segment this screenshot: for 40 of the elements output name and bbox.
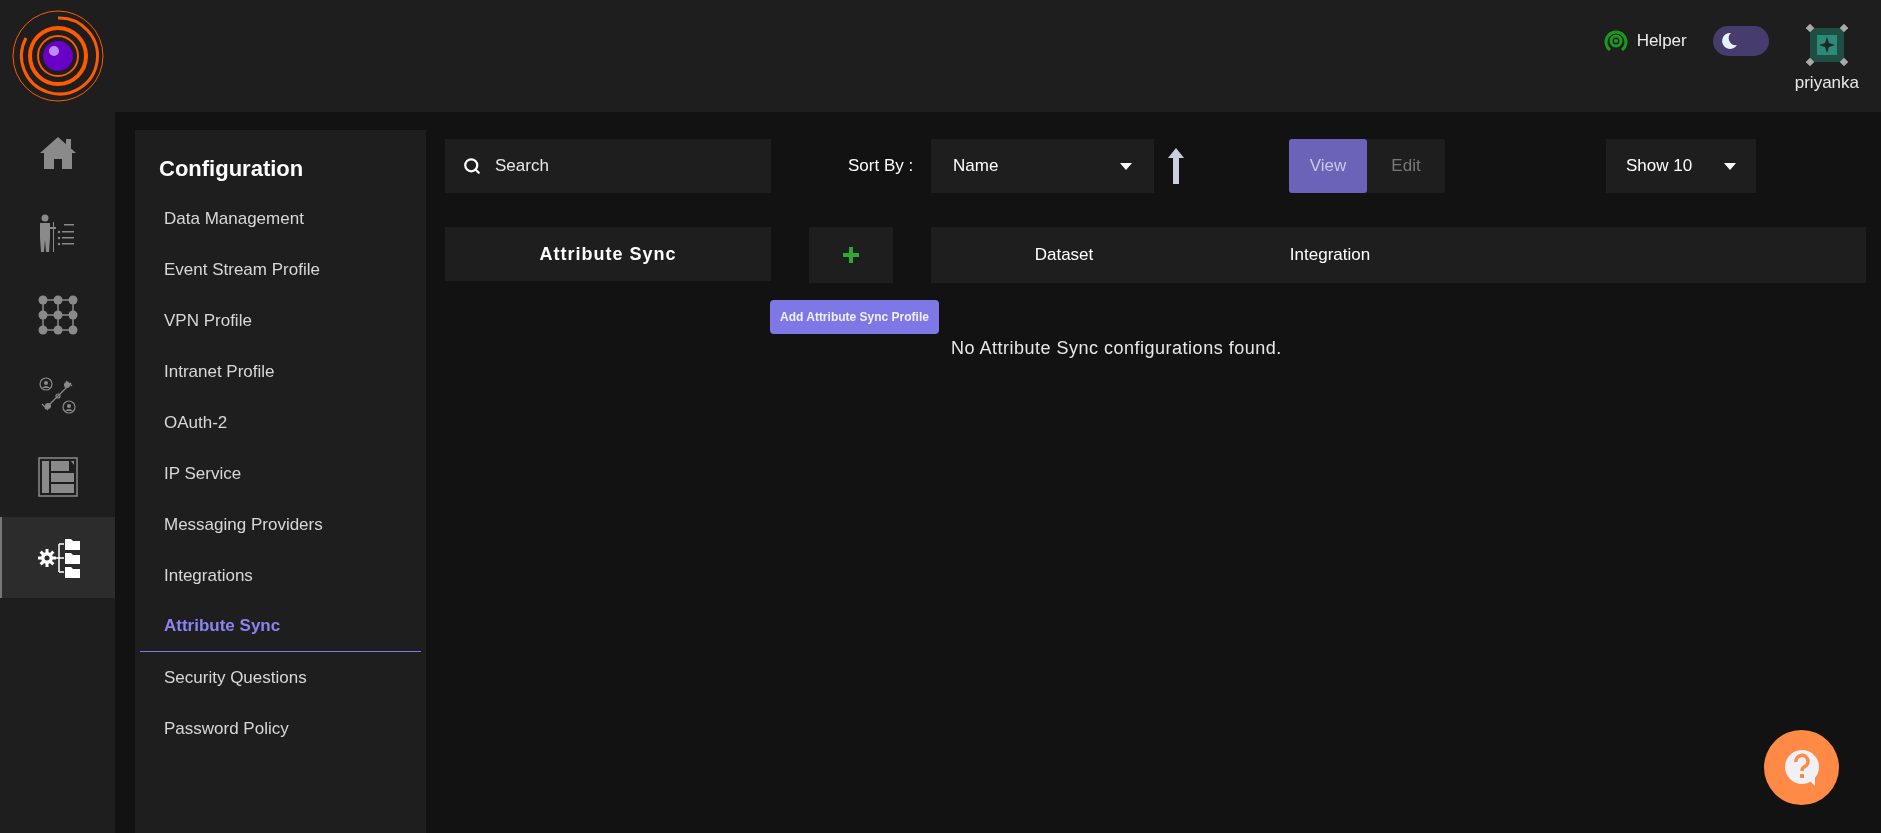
config-menu-item[interactable]: Event Stream Profile xyxy=(140,244,421,295)
search-field[interactable]: Search xyxy=(445,139,771,193)
theme-toggle[interactable] xyxy=(1712,26,1769,56)
caret-icon xyxy=(1120,162,1132,170)
user-name: priyanka xyxy=(1794,72,1859,94)
add-button[interactable] xyxy=(809,227,893,283)
nav-rail-item[interactable] xyxy=(0,517,115,598)
plus-icon xyxy=(843,247,859,263)
page-size-select[interactable]: Show 10 xyxy=(1606,139,1756,193)
config-menu-item[interactable]: Security Questions xyxy=(140,652,421,703)
list-header: Attribute Sync xyxy=(445,227,771,281)
layout-panel-icon xyxy=(37,456,78,497)
config-menu-item[interactable]: VPN Profile xyxy=(140,295,421,346)
user-network-icon xyxy=(37,375,78,416)
config-menu-item[interactable]: Messaging Providers xyxy=(140,499,421,550)
config-menu-item[interactable]: Intranet Profile xyxy=(140,346,421,397)
mode-tab[interactable]: Edit xyxy=(1367,139,1445,193)
arrow-up-icon[interactable] xyxy=(1168,148,1184,184)
search-icon xyxy=(463,157,481,175)
dot-grid-icon xyxy=(37,294,78,335)
config-menu-item[interactable]: Password Policy xyxy=(140,703,421,754)
add-tooltip: Add Attribute Sync Profile xyxy=(770,300,939,334)
empty-message: No Attribute Sync configurations found. xyxy=(951,337,1283,360)
column-header: Integration xyxy=(1288,244,1372,267)
user-avatar-icon xyxy=(1805,24,1848,66)
sort-select[interactable]: Name xyxy=(931,139,1154,193)
column-header: Dataset xyxy=(1033,244,1095,267)
config-menu-item[interactable]: OAuth-2 xyxy=(140,397,421,448)
config-title: Configuration xyxy=(158,155,305,183)
help-bubble-icon xyxy=(1783,748,1820,787)
helper-button[interactable]: Helper xyxy=(1602,28,1687,54)
settings-folder-tree-icon xyxy=(36,537,81,578)
config-menu-item[interactable]: Attribute Sync xyxy=(140,601,421,652)
sort-label: Sort By : xyxy=(848,155,915,178)
broadcast-icon xyxy=(1602,28,1629,54)
config-menu-item[interactable]: IP Service xyxy=(140,448,421,499)
logo-icon xyxy=(9,8,106,104)
config-menu-item[interactable]: Integrations xyxy=(140,550,421,601)
config-menu-item[interactable]: Data Management xyxy=(140,193,421,244)
caret-icon xyxy=(1724,162,1736,170)
